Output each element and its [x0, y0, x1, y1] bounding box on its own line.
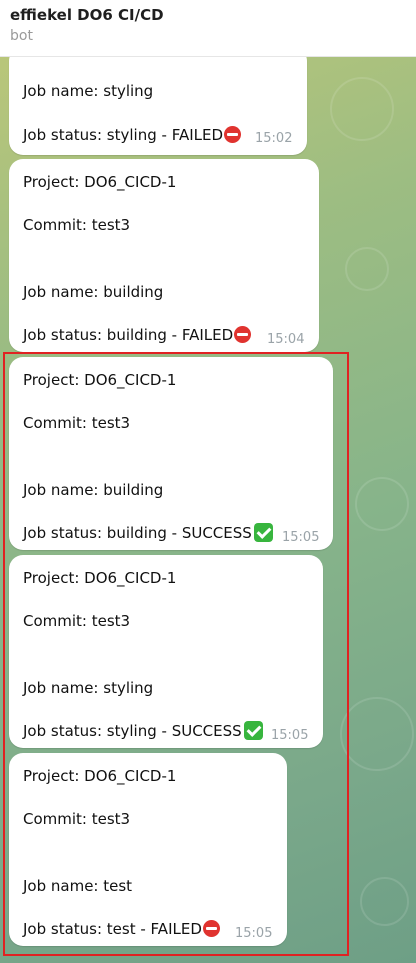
job-name-text: Job name: styling — [23, 679, 154, 697]
failed-icon — [224, 126, 242, 143]
chat-subtitle: bot — [10, 28, 33, 44]
chat-title: effiekel DO6 CI/CD — [10, 6, 164, 24]
job-status-label: Job status: building - SUCCESS — [23, 524, 252, 542]
wallpaper-doodle — [340, 697, 414, 771]
project-text: Project: DO6_CICD-1 — [23, 767, 177, 785]
message-time: 15:05 — [235, 926, 273, 941]
message-bubble[interactable]: Project: DO6_CICD-1 Commit: test3 Job na… — [9, 555, 323, 748]
success-icon — [253, 523, 273, 542]
message-bubble[interactable]: Project: DO6_CICD-1 Commit: test3 Job na… — [9, 753, 287, 946]
failed-icon — [234, 326, 252, 343]
project-text: Project: DO6_CICD-1 — [23, 371, 177, 389]
job-status-text: Job status: styling - SUCCESS — [23, 721, 263, 740]
wallpaper-doodle — [345, 247, 389, 291]
job-name-text: Job name: building — [23, 481, 164, 499]
message-time: 15:02 — [255, 131, 293, 146]
job-status-label: Job status: styling - SUCCESS — [23, 722, 242, 740]
wallpaper-doodle — [355, 477, 409, 531]
commit-text: Commit: test3 — [23, 810, 131, 828]
job-name-text: Job name: test — [23, 877, 133, 895]
message-time: 15:04 — [267, 332, 305, 347]
chat-area[interactable]: Job name: styling Job status: styling - … — [0, 57, 416, 963]
job-name-text: Job name: styling — [23, 82, 154, 100]
success-icon — [243, 721, 263, 740]
commit-text: Commit: test3 — [23, 216, 131, 234]
job-status-label: Job status: styling - FAILED — [23, 126, 224, 144]
wallpaper-doodle — [360, 877, 409, 926]
chat-header[interactable]: effiekel DO6 CI/CD bot — [0, 0, 416, 57]
commit-text: Commit: test3 — [23, 612, 131, 630]
job-name-text: Job name: building — [23, 283, 164, 301]
failed-icon — [202, 920, 220, 937]
message-bubble[interactable]: Job name: styling Job status: styling - … — [9, 57, 307, 155]
job-status-label: Job status: test - FAILED — [23, 920, 202, 938]
job-status-text: Job status: styling - FAILED — [23, 126, 242, 144]
message-bubble[interactable]: Project: DO6_CICD-1 Commit: test3 Job na… — [9, 159, 319, 352]
project-text: Project: DO6_CICD-1 — [23, 173, 177, 191]
job-status-text: Job status: building - FAILED — [23, 326, 252, 344]
job-status-text: Job status: test - FAILED — [23, 920, 220, 938]
job-status-label: Job status: building - FAILED — [23, 326, 234, 344]
project-text: Project: DO6_CICD-1 — [23, 569, 177, 587]
message-bubble[interactable]: Project: DO6_CICD-1 Commit: test3 Job na… — [9, 357, 333, 550]
wallpaper-doodle — [330, 77, 394, 141]
message-time: 15:05 — [282, 530, 320, 545]
job-status-text: Job status: building - SUCCESS — [23, 523, 273, 542]
message-time: 15:05 — [271, 728, 309, 743]
commit-text: Commit: test3 — [23, 414, 131, 432]
